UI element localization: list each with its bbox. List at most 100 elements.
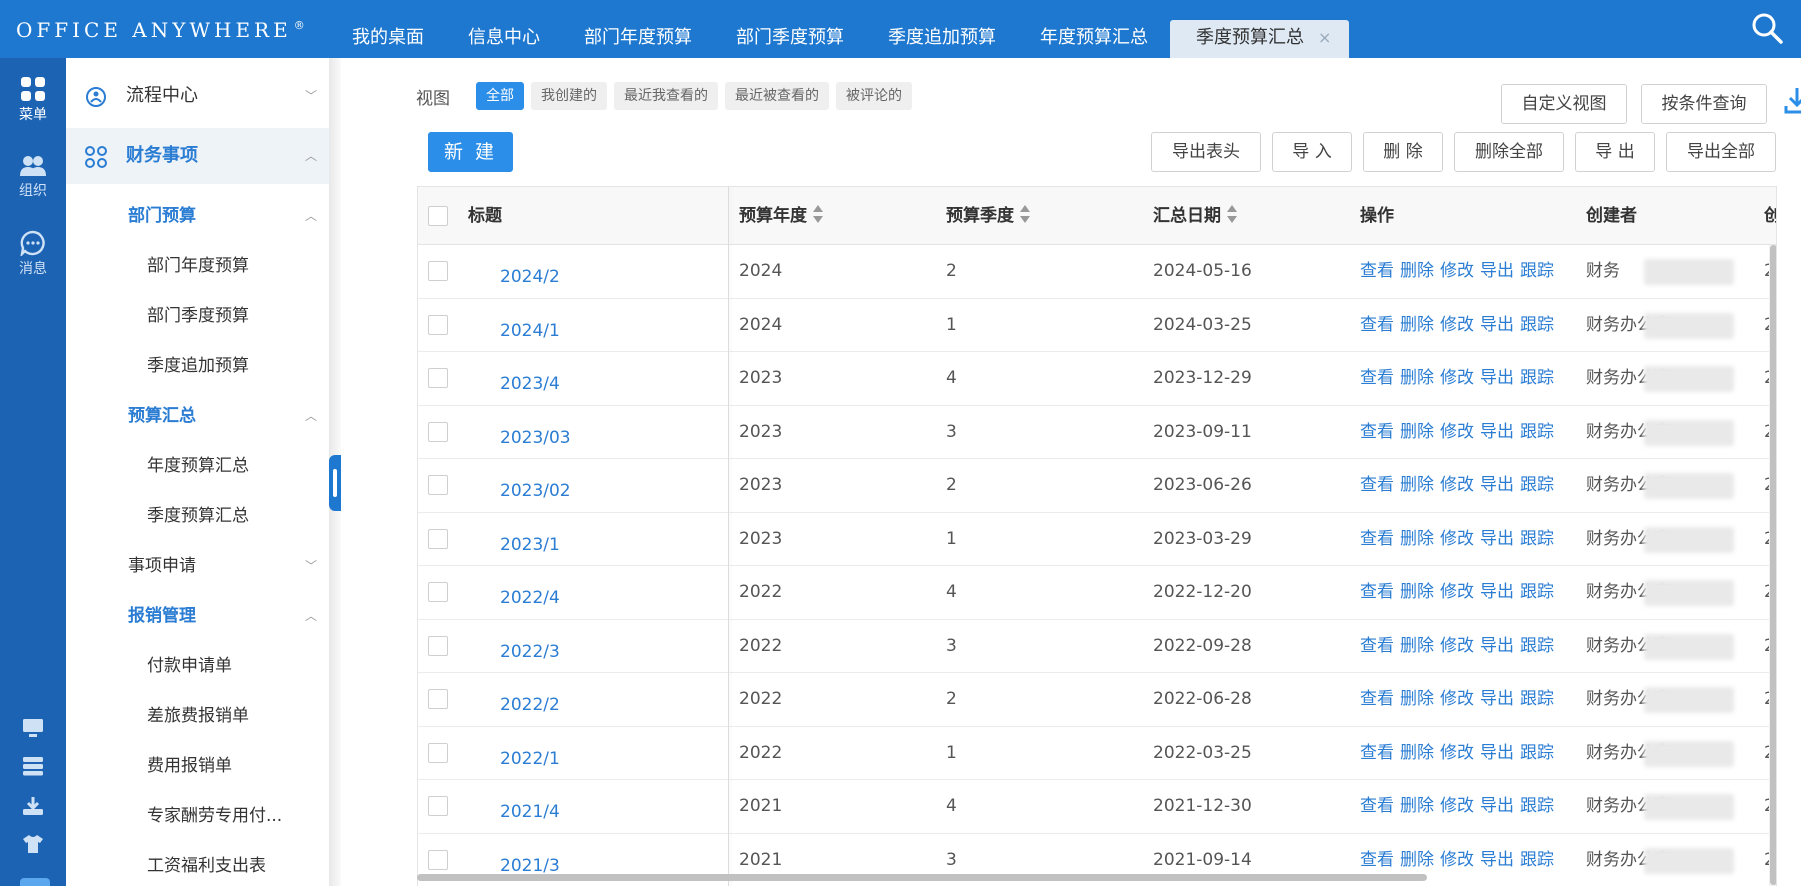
menu-payment-request[interactable]: 付款申请单: [66, 646, 330, 686]
export-link[interactable]: 导出: [1480, 368, 1514, 388]
sort-icon[interactable]: [1227, 203, 1237, 225]
view-link[interactable]: 查看: [1360, 582, 1394, 602]
track-link[interactable]: 跟踪: [1520, 743, 1554, 763]
shirt-icon[interactable]: [22, 834, 44, 854]
edit-link[interactable]: 修改: [1440, 422, 1474, 442]
tab-dept-annual-budget[interactable]: 部门年度预算: [562, 20, 714, 58]
row-checkbox[interactable]: [428, 849, 448, 870]
export-button[interactable]: 导 出: [1575, 132, 1655, 172]
edit-link[interactable]: 修改: [1440, 743, 1474, 763]
edit-link[interactable]: 修改: [1440, 315, 1474, 335]
export-link[interactable]: 导出: [1480, 743, 1514, 763]
export-link[interactable]: 导出: [1480, 796, 1514, 816]
view-chip-recently-viewed[interactable]: 最近我查看的: [614, 82, 718, 110]
row-checkbox[interactable]: [428, 261, 448, 281]
row-title-link[interactable]: 2023/03: [500, 412, 571, 465]
edit-link[interactable]: 修改: [1440, 689, 1474, 709]
delete-link[interactable]: 删除: [1400, 475, 1434, 495]
track-link[interactable]: 跟踪: [1520, 422, 1554, 442]
menu-quarterly-addition[interactable]: 季度追加预算: [66, 346, 330, 386]
condition-query-button[interactable]: 按条件查询: [1641, 84, 1767, 124]
row-checkbox[interactable]: [428, 582, 448, 602]
server-icon[interactable]: [22, 756, 44, 776]
col-year[interactable]: 预算年度: [739, 187, 823, 245]
menu-budget-summary[interactable]: 预算汇总 ︿: [66, 396, 330, 436]
track-link[interactable]: 跟踪: [1520, 850, 1554, 870]
track-link[interactable]: 跟踪: [1520, 529, 1554, 549]
rail-messages[interactable]: 消息: [0, 230, 66, 278]
row-checkbox[interactable]: [428, 689, 448, 709]
edit-link[interactable]: 修改: [1440, 636, 1474, 656]
track-link[interactable]: 跟踪: [1520, 796, 1554, 816]
track-link[interactable]: 跟踪: [1520, 261, 1554, 281]
export-header-button[interactable]: 导出表头: [1151, 132, 1261, 172]
menu-quarterly-summary[interactable]: 季度预算汇总: [66, 496, 330, 536]
col-quarter[interactable]: 预算季度: [946, 187, 1030, 245]
menu-salary-welfare[interactable]: 工资福利支出表: [66, 846, 330, 886]
tab-annual-summary[interactable]: 年度预算汇总: [1018, 20, 1170, 58]
row-title-link[interactable]: 2021/4: [500, 786, 560, 839]
edit-link[interactable]: 修改: [1440, 796, 1474, 816]
row-checkbox[interactable]: [428, 635, 448, 656]
custom-view-button[interactable]: 自定义视图: [1501, 84, 1627, 124]
row-checkbox[interactable]: [428, 742, 448, 763]
download-icon[interactable]: [22, 796, 44, 816]
view-link[interactable]: 查看: [1360, 261, 1394, 281]
menu-reimburse[interactable]: 报销管理 ︿: [66, 596, 330, 636]
export-link[interactable]: 导出: [1480, 261, 1514, 281]
monitor-icon[interactable]: [22, 718, 44, 738]
edit-link[interactable]: 修改: [1440, 368, 1474, 388]
row-title-link[interactable]: 2022/4: [500, 572, 560, 625]
download-icon[interactable]: [1784, 84, 1801, 118]
import-button[interactable]: 导 入: [1272, 132, 1352, 172]
delete-all-button[interactable]: 删除全部: [1454, 132, 1564, 172]
menu-dept-budget[interactable]: 部门预算 ︿: [66, 196, 330, 236]
view-link[interactable]: 查看: [1360, 529, 1394, 549]
delete-link[interactable]: 删除: [1400, 743, 1434, 763]
row-checkbox[interactable]: [428, 314, 448, 335]
view-link[interactable]: 查看: [1360, 636, 1394, 656]
menu-expense-reimburse[interactable]: 费用报销单: [66, 746, 330, 786]
menu-dept-annual-budget[interactable]: 部门年度预算: [66, 246, 330, 286]
row-title-link[interactable]: 2022/2: [500, 679, 560, 732]
export-link[interactable]: 导出: [1480, 850, 1514, 870]
close-icon[interactable]: ×: [1318, 28, 1331, 47]
view-link[interactable]: 查看: [1360, 475, 1394, 495]
row-checkbox[interactable]: [428, 368, 448, 388]
delete-button[interactable]: 删 除: [1363, 132, 1443, 172]
row-checkbox[interactable]: [428, 421, 448, 442]
row-title-link[interactable]: 2024/1: [500, 305, 560, 358]
new-button[interactable]: 新 建: [428, 132, 513, 172]
sort-icon[interactable]: [1020, 203, 1030, 225]
view-link[interactable]: 查看: [1360, 368, 1394, 388]
delete-link[interactable]: 删除: [1400, 689, 1434, 709]
col-date[interactable]: 汇总日期: [1153, 187, 1237, 245]
menu-annual-summary[interactable]: 年度预算汇总: [66, 446, 330, 486]
delete-link[interactable]: 删除: [1400, 636, 1434, 656]
tab-dept-quarterly-budget[interactable]: 部门季度预算: [714, 20, 866, 58]
sort-icon[interactable]: [813, 203, 823, 225]
track-link[interactable]: 跟踪: [1520, 475, 1554, 495]
view-link[interactable]: 查看: [1360, 315, 1394, 335]
edit-link[interactable]: 修改: [1440, 529, 1474, 549]
tab-my-desktop[interactable]: 我的桌面: [330, 20, 446, 58]
row-title-link[interactable]: 2023/4: [500, 358, 560, 411]
view-chip-commented[interactable]: 被评论的: [836, 82, 912, 110]
export-link[interactable]: 导出: [1480, 529, 1514, 549]
menu-finance[interactable]: 财务事项 ︿: [66, 128, 330, 184]
row-title-link[interactable]: 2023/02: [500, 465, 571, 518]
export-link[interactable]: 导出: [1480, 315, 1514, 335]
tab-quarterly-summary[interactable]: 季度预算汇总 ×: [1170, 20, 1350, 58]
view-chip-recently-viewed-by-others[interactable]: 最近被查看的: [725, 82, 829, 110]
view-link[interactable]: 查看: [1360, 422, 1394, 442]
row-title-link[interactable]: 2022/1: [500, 733, 560, 786]
rail-more-handle[interactable]: [20, 878, 50, 886]
delete-link[interactable]: 删除: [1400, 796, 1434, 816]
tab-quarterly-addition[interactable]: 季度追加预算: [866, 20, 1018, 58]
track-link[interactable]: 跟踪: [1520, 636, 1554, 656]
export-link[interactable]: 导出: [1480, 475, 1514, 495]
edit-link[interactable]: 修改: [1440, 261, 1474, 281]
sidebar-collapse-handle[interactable]: [329, 455, 341, 511]
vertical-scrollbar[interactable]: [1769, 245, 1776, 886]
view-link[interactable]: 查看: [1360, 689, 1394, 709]
